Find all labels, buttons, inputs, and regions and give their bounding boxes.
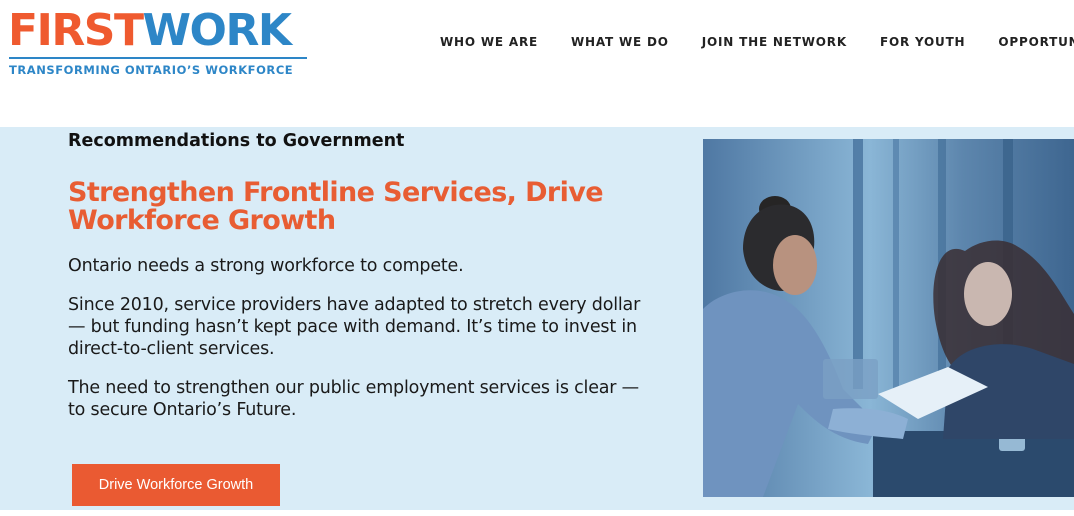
page-bottom-strip [0,510,1074,516]
hero-headline: Strengthen Frontline Services, Drive Wor… [68,177,604,236]
hero-eyebrow: Recommendations to Government [68,131,405,151]
logo-word-work: WORK [142,5,292,56]
firstwork-logo[interactable]: FIRSTWORK TRANSFORMING ONTARIO’S WORKFOR… [8,8,310,80]
site-header: FIRSTWORK TRANSFORMING ONTARIO’S WORKFOR… [0,0,1074,127]
two-people-reviewing-documents-photo [703,139,1074,497]
nav-who-we-are[interactable]: WHO WE ARE [440,35,538,49]
hero-section: Recommendations to Government Strengthen… [0,127,1074,510]
drive-workforce-growth-button[interactable]: Drive Workforce Growth [72,464,280,506]
logo-divider [9,57,307,59]
nav-for-youth[interactable]: FOR YOUTH [880,35,965,49]
logo-tagline: TRANSFORMING ONTARIO’S WORKFORCE [9,63,294,77]
hero-paragraph: Since 2010, service providers have adapt… [68,295,641,359]
main-nav: WHO WE ARE WHAT WE DO JOIN THE NETWORK F… [440,35,1074,49]
nav-join-the-network[interactable]: JOIN THE NETWORK [702,35,847,49]
logo-word-first: FIRST [8,5,144,56]
hero-paragraph: Ontario needs a strong workforce to comp… [68,256,464,276]
hero-paragraph: The need to strengthen our public employ… [68,378,639,420]
nav-what-we-do[interactable]: WHAT WE DO [571,35,669,49]
logo-wordmark: FIRSTWORK [8,5,292,56]
nav-opportunities[interactable]: OPPORTUNITIES [998,35,1074,49]
